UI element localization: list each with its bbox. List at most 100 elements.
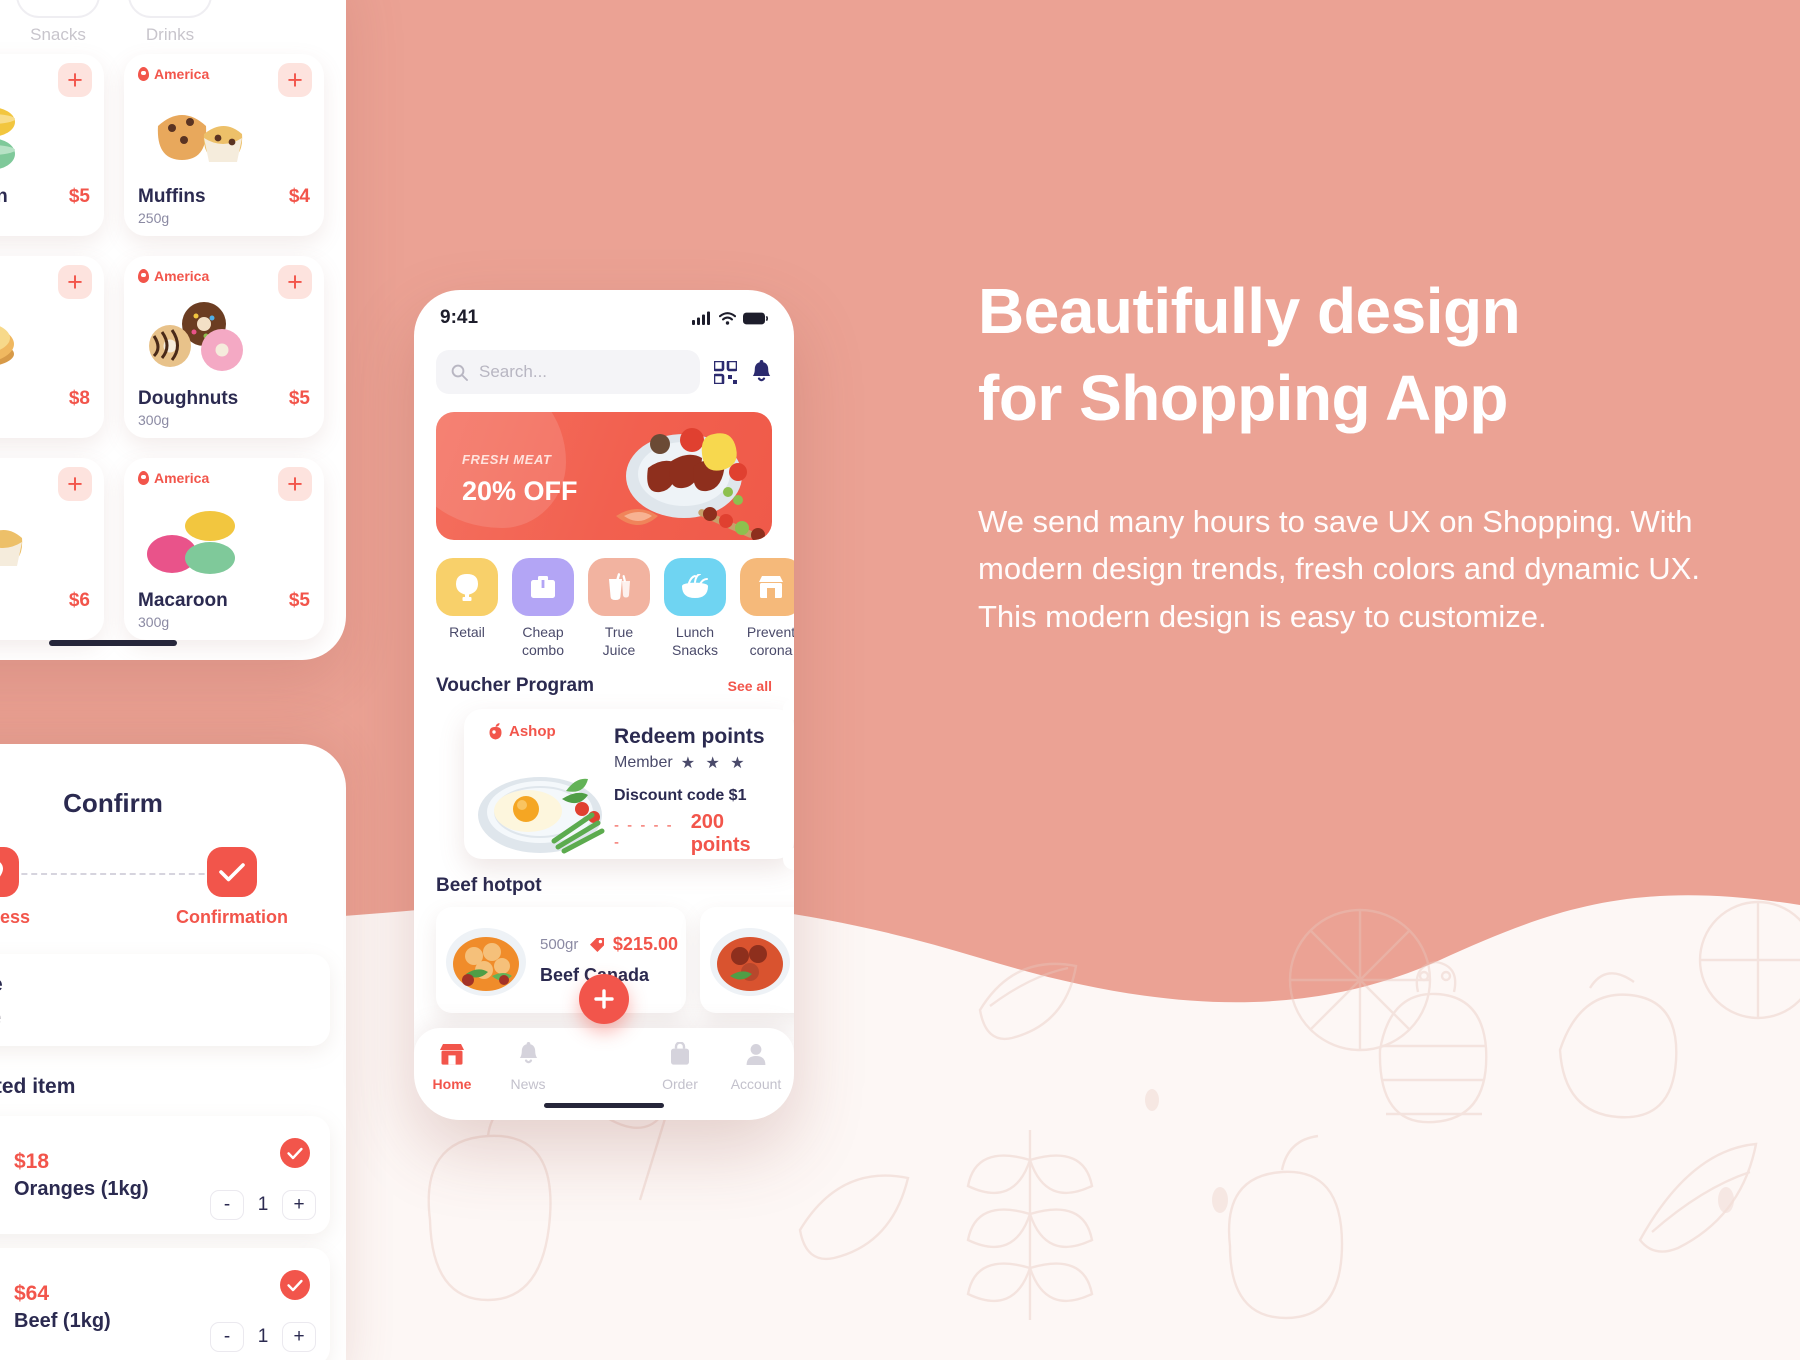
note-title: Note — [0, 973, 3, 997]
checkout-stepper: Address Confirmation — [0, 847, 302, 928]
qr-scan-icon[interactable] — [714, 360, 737, 384]
selected-item-row[interactable]: $64 Beef (1kg) - 1 + — [0, 1248, 330, 1360]
quantity-increase-button[interactable]: + — [282, 1190, 316, 1220]
category-retail-tile — [436, 558, 498, 616]
category-lunch-snacks[interactable]: Lunch Snacks — [664, 558, 726, 659]
product-card[interactable]: Australia + Fruit Tart $8 500g — [0, 256, 104, 438]
voucher-section-title: Voucher Program — [436, 675, 595, 696]
status-indicators — [692, 311, 768, 325]
phone-mockup-home-screen: 9:41 Search... FRESH MEAT 20% OFF Retail… — [414, 290, 794, 1120]
carousel-product-card[interactable]: 450gr $180.00 Beef Stew — [700, 907, 794, 1013]
bag-icon — [671, 1041, 689, 1065]
doughnut-thumbnail — [149, 302, 243, 371]
product-name: Doughnuts — [138, 388, 239, 409]
cellular-signal-icon — [692, 311, 710, 325]
location-pin-icon — [138, 67, 149, 81]
voucher-brand-label: Ashop — [509, 723, 556, 740]
carousel-product-card[interactable]: 500gr $215.00 Beef Canada — [436, 907, 686, 1013]
product-card[interactable]: America + Macaroon $5 300g — [124, 458, 324, 640]
person-icon — [746, 1044, 766, 1065]
apple-logo-icon — [489, 723, 502, 740]
voucher-star-rating: ★ ★ ★ — [680, 755, 748, 772]
category-cheap-combo[interactable]: Cheap combo — [512, 558, 574, 659]
tab-snacks[interactable]: Snacks — [16, 0, 100, 45]
step-address[interactable]: Address — [0, 847, 64, 928]
product-price: $4 — [288, 186, 310, 207]
search-input[interactable]: Search... — [436, 350, 700, 394]
tab-drinks[interactable]: Drinks — [128, 0, 212, 45]
nav-account-label: Account — [730, 1076, 782, 1092]
box-icon — [531, 576, 555, 598]
category-true-juice[interactable]: True Juice — [588, 558, 650, 659]
add-to-cart-button[interactable]: + — [278, 63, 312, 97]
add-to-cart-button[interactable]: + — [278, 467, 312, 501]
battery-icon — [743, 312, 768, 324]
wifi-icon — [719, 311, 736, 325]
product-meta: Macaroon $5 300g — [138, 590, 310, 630]
banner-decorative-blob — [436, 412, 566, 528]
headline-line-2: for Shopping App — [978, 362, 1508, 435]
product-origin-label: America — [154, 66, 210, 82]
category-true-juice-label: True Juice — [602, 624, 636, 658]
product-weight: 300g — [138, 412, 170, 428]
note-panel[interactable]: Note Enter note — [0, 954, 330, 1046]
fried-egg-plate-image — [478, 777, 605, 854]
voucher-title: Redeem points — [614, 725, 765, 748]
add-to-cart-button[interactable]: + — [278, 265, 312, 299]
voucher-brand: Ashop — [488, 723, 556, 740]
step-confirmation[interactable]: Confirmation — [162, 847, 302, 928]
banner-headline: 20% OFF — [462, 476, 578, 506]
selected-item-row[interactable]: $18 Oranges (1kg) - 1 + — [0, 1116, 330, 1234]
add-to-cart-button[interactable]: + — [58, 467, 92, 501]
products-section-header: Beef hotpot — [414, 859, 794, 897]
voucher-card[interactable]: Ashop Redeem points Member ★ ★ ★ Discoun… — [464, 698, 794, 870]
item-selected-check[interactable] — [280, 1138, 310, 1168]
category-retail[interactable]: Retail — [436, 558, 498, 659]
voucher-details: Redeem points Member ★ ★ ★ Discount code… — [614, 709, 794, 859]
carousel-product-info: 450gr $180.00 Beef Stew — [792, 934, 794, 986]
check-icon — [219, 863, 245, 882]
product-price: $8 — [68, 388, 90, 409]
quantity-decrease-button[interactable]: - — [210, 1190, 244, 1220]
note-header: Note — [0, 970, 312, 1000]
location-pin-icon — [0, 862, 3, 877]
headline-line-1: Beautifully design — [978, 275, 1521, 347]
category-lunch-snacks-tile — [664, 558, 726, 616]
bowl-icon — [682, 574, 708, 598]
nav-item-home[interactable]: Home — [414, 1042, 490, 1092]
product-card[interactable]: America + Doughnuts $5 300g — [124, 256, 324, 438]
page-title: Beautifully design for Shopping App — [978, 268, 1718, 442]
add-button-fab[interactable] — [579, 974, 629, 1024]
item-selected-check[interactable] — [280, 1270, 310, 1300]
category-prevent-corona-label: Prevent corona — [746, 624, 794, 658]
product-card[interactable]: America + Macaroon $5 300g — [0, 54, 104, 236]
tab-snacks-label: Snacks — [30, 25, 86, 44]
product-meta: Muffins $4 250g — [138, 186, 310, 226]
add-to-cart-button[interactable]: + — [58, 63, 92, 97]
product-weight: 300g — [0, 614, 90, 630]
nav-item-news[interactable]: News — [490, 1042, 566, 1092]
tab-snacks-pill — [16, 0, 100, 18]
add-to-cart-button[interactable]: + — [58, 265, 92, 299]
voucher-discount-code: Discount code $1 — [614, 787, 747, 804]
step-confirmation-label: Confirmation — [176, 907, 288, 927]
product-card[interactable]: America + Muffins $4 250g — [124, 54, 324, 236]
nav-item-order[interactable]: Order — [642, 1041, 718, 1092]
product-card[interactable]: America + Cookies $6 300g — [0, 458, 104, 640]
promo-banner[interactable]: FRESH MEAT 20% OFF — [436, 412, 772, 540]
product-origin-label: America — [154, 470, 210, 486]
home-indicator — [544, 1103, 664, 1108]
category-prevent-corona[interactable]: Prevent corona — [740, 558, 794, 659]
beef-hotpot-thumbnail — [446, 928, 526, 996]
voucher-see-all-link[interactable]: See all — [728, 678, 772, 694]
store-icon — [440, 1044, 464, 1065]
note-input-placeholder[interactable]: Enter note — [0, 1008, 312, 1030]
search-row: Search... — [414, 336, 794, 394]
quantity-decrease-button[interactable]: - — [210, 1322, 244, 1352]
search-icon — [451, 364, 468, 381]
nav-item-account[interactable]: Account — [718, 1042, 794, 1092]
carousel-product-weight: 500gr — [540, 936, 579, 953]
quantity-increase-button[interactable]: + — [282, 1322, 316, 1352]
bell-icon[interactable] — [751, 360, 772, 384]
voucher-member-row: Member ★ ★ ★ — [614, 753, 784, 773]
